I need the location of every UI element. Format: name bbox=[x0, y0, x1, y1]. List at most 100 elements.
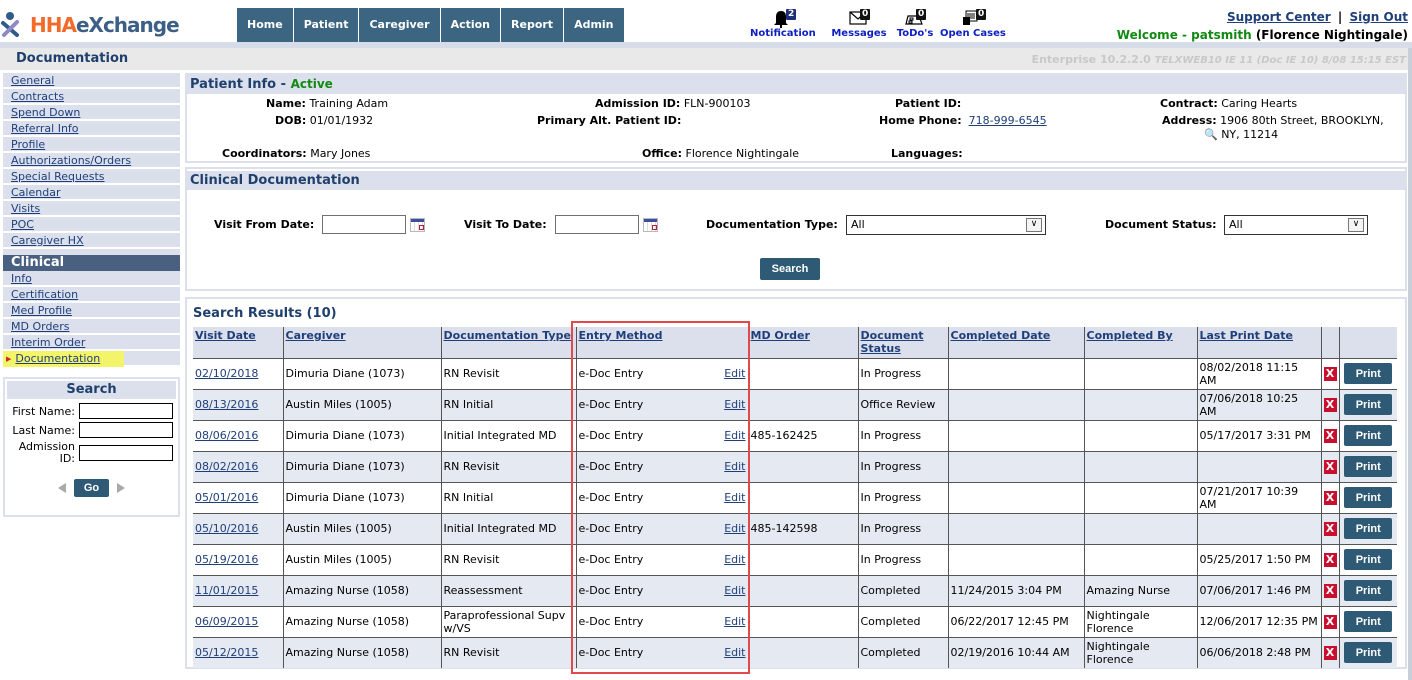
sidebar-item-certification[interactable]: Certification bbox=[3, 287, 180, 303]
visit-date-link[interactable]: 05/12/2015 bbox=[195, 646, 258, 659]
sort-visit-date[interactable]: Visit Date bbox=[195, 329, 256, 342]
col-visit-date[interactable]: Visit Date bbox=[193, 327, 284, 358]
edit-link[interactable]: Edit bbox=[724, 491, 745, 504]
sidebar-item-referral-info[interactable]: Referral Info bbox=[3, 121, 180, 137]
visit-from-input[interactable] bbox=[322, 215, 406, 234]
delete-icon[interactable]: X bbox=[1323, 645, 1337, 660]
sort-md-order[interactable]: MD Order bbox=[751, 329, 810, 342]
visit-date-link[interactable]: 06/09/2015 bbox=[195, 615, 258, 628]
print-button[interactable]: Print bbox=[1344, 425, 1393, 446]
visit-to-calendar-icon[interactable] bbox=[643, 218, 658, 232]
edit-link[interactable]: Edit bbox=[724, 429, 745, 442]
doc-status-select[interactable]: All ∨ bbox=[1224, 215, 1368, 235]
edit-link[interactable]: Edit bbox=[724, 646, 745, 659]
col-completed-by[interactable]: Completed By bbox=[1084, 327, 1198, 358]
delete-icon[interactable]: X bbox=[1323, 366, 1337, 381]
sidebar-item-interim-order[interactable]: Interim Order bbox=[3, 335, 180, 351]
delete-icon[interactable]: X bbox=[1323, 490, 1337, 505]
sidebar-item-calendar[interactable]: Calendar bbox=[3, 185, 180, 201]
sidebar-link-poc[interactable]: POC bbox=[11, 218, 34, 231]
visit-date-link[interactable]: 08/13/2016 bbox=[195, 398, 258, 411]
previous-arrow-icon[interactable] bbox=[57, 483, 66, 493]
edit-link[interactable]: Edit bbox=[724, 460, 745, 473]
delete-icon[interactable]: X bbox=[1323, 459, 1337, 474]
print-button[interactable]: Print bbox=[1344, 363, 1393, 384]
sort-entry-method[interactable]: Entry Method bbox=[579, 329, 663, 342]
edit-link[interactable]: Edit bbox=[724, 553, 745, 566]
visit-to-input[interactable] bbox=[555, 215, 639, 234]
nav-patient[interactable]: Patient bbox=[293, 8, 360, 42]
sidebar-link-md-orders[interactable]: MD Orders bbox=[11, 320, 69, 333]
nav-home[interactable]: Home bbox=[237, 8, 294, 42]
sidebar-link-caregiver-hx[interactable]: Caregiver HX bbox=[11, 234, 84, 247]
visit-date-link[interactable]: 05/10/2016 bbox=[195, 522, 258, 535]
sidebar-link-general[interactable]: General bbox=[11, 74, 54, 87]
messages-button[interactable]: 0 Messages bbox=[828, 8, 890, 39]
print-button[interactable]: Print bbox=[1344, 580, 1393, 601]
col-documentation-type[interactable]: Documentation Type bbox=[441, 327, 577, 358]
print-button[interactable]: Print bbox=[1344, 394, 1393, 415]
page-scrollbar[interactable] bbox=[1408, 48, 1412, 680]
sidebar-item-info[interactable]: Info bbox=[3, 271, 180, 287]
sort-last-print-date[interactable]: Last Print Date bbox=[1200, 329, 1294, 342]
nav-caregiver[interactable]: Caregiver bbox=[359, 8, 441, 42]
sidebar-link-med-profile[interactable]: Med Profile bbox=[11, 304, 72, 317]
go-button[interactable]: Go bbox=[73, 479, 110, 497]
delete-icon[interactable]: X bbox=[1323, 521, 1337, 536]
delete-icon[interactable]: X bbox=[1323, 397, 1337, 412]
delete-icon[interactable]: X bbox=[1323, 428, 1337, 443]
next-arrow-icon[interactable] bbox=[117, 483, 126, 493]
print-button[interactable]: Print bbox=[1344, 518, 1393, 539]
todos-button[interactable]: 0 ToDo's bbox=[894, 8, 936, 39]
visit-date-link[interactable]: 05/01/2016 bbox=[195, 491, 258, 504]
col-caregiver[interactable]: Caregiver bbox=[283, 327, 442, 358]
edit-link[interactable]: Edit bbox=[724, 522, 745, 535]
sidebar-item-documentation[interactable]: ▶ Documentation bbox=[3, 351, 180, 367]
sidebar-item-special-requests[interactable]: Special Requests bbox=[3, 169, 180, 185]
last-name-input[interactable] bbox=[79, 422, 173, 438]
sidebar-link-referral-info[interactable]: Referral Info bbox=[11, 122, 79, 135]
delete-icon[interactable]: X bbox=[1323, 552, 1337, 567]
delete-icon[interactable]: X bbox=[1323, 614, 1337, 629]
delete-icon[interactable]: X bbox=[1323, 583, 1337, 598]
sidebar-link-interim-order[interactable]: Interim Order bbox=[11, 336, 85, 349]
edit-link[interactable]: Edit bbox=[724, 398, 745, 411]
sidebar-item-authorizations[interactable]: Authorizations/Orders bbox=[3, 153, 180, 169]
sort-document-status[interactable]: Document Status bbox=[861, 329, 924, 355]
sidebar-link-documentation[interactable]: Documentation bbox=[15, 352, 100, 365]
sidebar-item-general[interactable]: General bbox=[3, 73, 180, 89]
sidebar-item-poc[interactable]: POC bbox=[3, 217, 180, 233]
support-center-link[interactable]: Support Center bbox=[1227, 10, 1331, 24]
notification-button[interactable]: 2 Notification bbox=[750, 8, 816, 39]
open-cases-button[interactable]: 0 Open Cases bbox=[940, 8, 1006, 39]
visit-date-link[interactable]: 02/10/2018 bbox=[195, 367, 258, 380]
print-button[interactable]: Print bbox=[1344, 549, 1393, 570]
sidebar-link-info[interactable]: Info bbox=[11, 272, 32, 285]
nav-report[interactable]: Report bbox=[501, 8, 565, 42]
edit-link[interactable]: Edit bbox=[724, 615, 745, 628]
col-document-status[interactable]: Document Status bbox=[858, 327, 949, 358]
map-search-icon[interactable]: 🔍 bbox=[1204, 128, 1218, 141]
visit-date-link[interactable]: 08/02/2016 bbox=[195, 460, 258, 473]
sidebar-link-spend-down[interactable]: Spend Down bbox=[11, 106, 80, 119]
sidebar-link-contracts[interactable]: Contracts bbox=[11, 90, 64, 103]
nav-admin[interactable]: Admin bbox=[564, 8, 624, 42]
sidebar-item-contracts[interactable]: Contracts bbox=[3, 89, 180, 105]
edit-link[interactable]: Edit bbox=[724, 584, 745, 597]
sign-out-link[interactable]: Sign Out bbox=[1349, 10, 1408, 24]
chevron-down-icon[interactable]: ∨ bbox=[1026, 218, 1042, 232]
logo[interactable]: HHAeXchange bbox=[0, 10, 180, 40]
sidebar-item-med-profile[interactable]: Med Profile bbox=[3, 303, 180, 319]
sidebar-link-special-requests[interactable]: Special Requests bbox=[11, 170, 105, 183]
visit-date-link[interactable]: 11/01/2015 bbox=[195, 584, 258, 597]
col-entry-method[interactable]: Entry Method bbox=[576, 327, 749, 358]
doc-type-select[interactable]: All ∨ bbox=[846, 215, 1046, 235]
sidebar-link-calendar[interactable]: Calendar bbox=[11, 186, 60, 199]
sort-caregiver[interactable]: Caregiver bbox=[286, 329, 346, 342]
sidebar-link-authorizations[interactable]: Authorizations/Orders bbox=[11, 154, 131, 167]
sidebar-item-caregiver-hx[interactable]: Caregiver HX bbox=[3, 233, 180, 249]
sidebar-link-certification[interactable]: Certification bbox=[11, 288, 78, 301]
col-completed-date[interactable]: Completed Date bbox=[948, 327, 1085, 358]
sidebar-item-md-orders[interactable]: MD Orders bbox=[3, 319, 180, 335]
sidebar-item-spend-down[interactable]: Spend Down bbox=[3, 105, 180, 121]
